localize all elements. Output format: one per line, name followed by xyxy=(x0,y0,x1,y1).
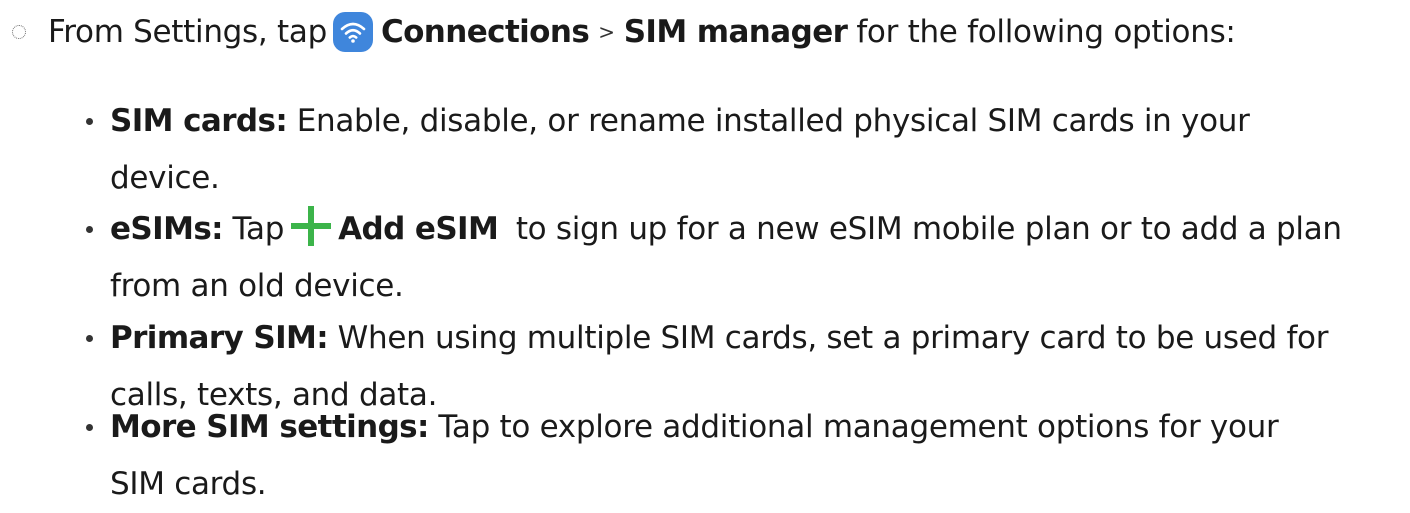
option-text: to sign up for a new eSIM mobile plan or… xyxy=(515,211,1342,247)
wifi-icon xyxy=(332,12,373,52)
bullet-dot-icon xyxy=(86,335,93,342)
option-text: Enable, disable, or rename installed phy… xyxy=(296,103,1250,139)
sim-manager-label: SIM manager xyxy=(623,14,848,50)
option-more-sim-settings: More SIM settings: Tap to explore additi… xyxy=(86,399,1400,513)
option-term: Primary SIM: xyxy=(110,320,329,356)
step-prefix: From Settings, tap xyxy=(48,14,327,50)
add-esim-label: Add eSIM xyxy=(338,211,499,247)
option-sim-cards: SIM cards: Enable, disable, or rename in… xyxy=(86,93,1400,207)
bullet-dot-icon xyxy=(86,118,93,125)
option-text: When using multiple SIM cards, set a pri… xyxy=(337,320,1329,356)
step-suffix: for the following options: xyxy=(856,14,1236,50)
bullet-dot-icon xyxy=(86,424,93,431)
option-text: Tap to explore additional management opt… xyxy=(438,409,1279,445)
bullet-dot-icon xyxy=(86,226,93,233)
path-separator: > xyxy=(598,20,615,44)
step-line: From Settings, tap Connections > SIM man… xyxy=(12,6,1236,58)
option-term: SIM cards: xyxy=(110,103,288,139)
plus-icon xyxy=(291,206,332,246)
option-text-continued: device. xyxy=(110,160,220,196)
option-term: eSIMs: xyxy=(110,211,224,247)
option-term: More SIM settings: xyxy=(110,409,429,445)
option-text-continued: from an old device. xyxy=(110,268,404,304)
step-bullet-icon xyxy=(12,25,26,39)
connections-label: Connections xyxy=(380,14,590,50)
option-esims: eSIMs: Tap Add eSIM to sign up for a new … xyxy=(86,201,1400,315)
option-text-continued: SIM cards. xyxy=(110,466,267,502)
option-pre: Tap xyxy=(232,211,285,247)
